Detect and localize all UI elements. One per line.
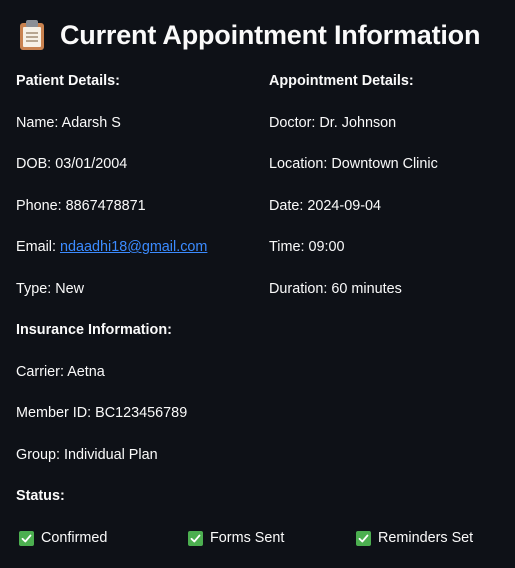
status-forms-sent: Forms Sent <box>188 528 284 548</box>
patient-email-link[interactable]: ndaadhi18@gmail.com <box>60 239 207 255</box>
patient-phone-row: Phone: 8867478871 <box>16 196 146 216</box>
patient-name-label: Name: <box>16 115 59 131</box>
appointment-date-label: Date: <box>269 198 304 214</box>
patient-type-row: Type: New <box>16 279 84 299</box>
page-title-row: Current Appointment Information <box>20 16 480 54</box>
check-icon <box>19 530 34 546</box>
status-confirmed: Confirmed <box>19 528 107 548</box>
appointment-date-value: 2024-09-04 <box>307 198 382 214</box>
appointment-duration-value: 60 minutes <box>331 281 402 297</box>
patient-details-heading: Patient Details: <box>16 73 120 89</box>
status-confirmed-label: Confirmed <box>41 530 108 546</box>
appointment-time-row: Time: 09:00 <box>269 237 344 257</box>
check-icon <box>188 530 203 546</box>
insurance-member-value: BC123456789 <box>95 405 188 421</box>
patient-type-label: Type: <box>16 281 52 297</box>
insurance-member-row: Member ID: BC123456789 <box>16 403 187 423</box>
insurance-group-row: Group: Individual Plan <box>16 445 158 465</box>
patient-phone-value: 8867478871 <box>65 198 146 214</box>
patient-email-row: Email: ndaadhi18@gmail.com <box>16 237 207 257</box>
appointment-doctor-value: Dr. Johnson <box>319 115 397 131</box>
status-reminders-set-label: Reminders Set <box>378 530 474 546</box>
patient-dob-row: DOB: 03/01/2004 <box>16 154 127 174</box>
clipboard-icon <box>20 20 44 50</box>
insurance-group-label: Group: <box>16 447 60 463</box>
patient-email-label: Email: <box>16 239 56 255</box>
appointment-time-value: 09:00 <box>308 239 345 255</box>
insurance-carrier-label: Carrier: <box>16 364 64 380</box>
page-title: Current Appointment Information <box>60 19 481 50</box>
insurance-carrier-row: Carrier: Aetna <box>16 362 105 382</box>
appointment-date-row: Date: 2024-09-04 <box>269 196 381 216</box>
appointment-location-label: Location: <box>269 156 328 172</box>
appointment-location-row: Location: Downtown Clinic <box>269 154 438 174</box>
status-forms-sent-label: Forms Sent <box>210 530 285 546</box>
appointment-duration-row: Duration: 60 minutes <box>269 279 402 299</box>
appointment-details-heading: Appointment Details: <box>269 73 414 89</box>
check-icon <box>356 530 371 546</box>
patient-type-value: New <box>55 281 84 297</box>
insurance-heading: Insurance Information: <box>16 322 172 338</box>
appointment-doctor-row: Doctor: Dr. Johnson <box>269 113 396 133</box>
appointment-doctor-label: Doctor: <box>269 115 316 131</box>
insurance-member-label: Member ID: <box>16 405 92 421</box>
patient-name-value: Adarsh S <box>61 115 121 131</box>
appointment-time-label: Time: <box>269 239 305 255</box>
appointment-location-value: Downtown Clinic <box>331 156 438 172</box>
insurance-group-value: Individual Plan <box>64 447 158 463</box>
patient-dob-value: 03/01/2004 <box>55 156 128 172</box>
patient-dob-label: DOB: <box>16 156 52 172</box>
status-heading: Status: <box>16 488 65 504</box>
status-reminders-set: Reminders Set <box>356 528 473 548</box>
patient-name-row: Name: Adarsh S <box>16 113 121 133</box>
appointment-duration-label: Duration: <box>269 281 328 297</box>
patient-phone-label: Phone: <box>16 198 62 214</box>
insurance-carrier-value: Aetna <box>67 364 105 380</box>
